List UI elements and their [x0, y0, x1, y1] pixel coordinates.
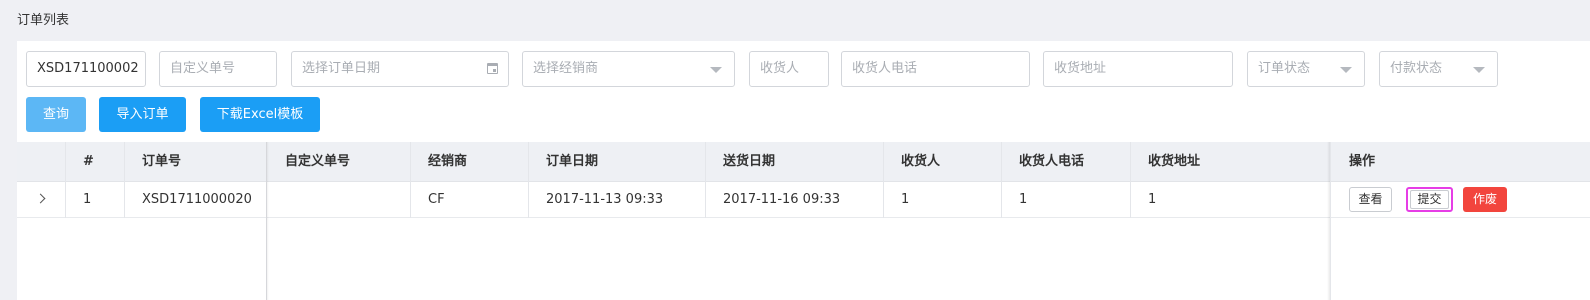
receiver-phone-input[interactable]: 收货人电话	[841, 51, 1030, 87]
query-button[interactable]: 查询	[26, 97, 86, 132]
order-date-placeholder: 选择订单日期	[302, 61, 381, 76]
submit-button[interactable]: 提交	[1406, 187, 1453, 212]
header-receiver: 收货人	[901, 154, 941, 169]
chevron-down-icon	[1473, 67, 1485, 73]
view-button[interactable]: 查看	[1349, 187, 1392, 212]
column-divider	[705, 142, 706, 218]
pay-status-placeholder: 付款状态	[1390, 61, 1443, 76]
cell-order-no: XSD1711000020	[142, 192, 252, 207]
order-status-select[interactable]: 订单状态	[1247, 51, 1365, 87]
calendar-icon	[487, 63, 498, 74]
column-divider	[410, 142, 411, 218]
pay-status-select[interactable]: 付款状态	[1379, 51, 1498, 87]
void-button[interactable]: 作废	[1463, 187, 1507, 212]
cell-dealer: CF	[428, 192, 445, 207]
header-order-no: 订单号	[142, 154, 182, 169]
header-custom-no: 自定义单号	[285, 154, 351, 169]
column-divider	[1001, 142, 1002, 218]
column-divider	[883, 142, 884, 218]
order-status-placeholder: 订单状态	[1258, 61, 1311, 76]
cell-receiver-address: 1	[1148, 192, 1157, 207]
header-receiver-address: 收货地址	[1148, 154, 1201, 169]
cell-receiver: 1	[901, 192, 910, 207]
receiver-address-input[interactable]: 收货地址	[1043, 51, 1233, 87]
column-divider	[124, 142, 125, 218]
page-title: 订单列表	[17, 13, 70, 28]
cell-receiver-phone: 1	[1019, 192, 1028, 207]
submit-button-label: 提交	[1410, 190, 1449, 209]
chevron-right-icon[interactable]	[35, 193, 46, 204]
cell-order-date: 2017-11-13 09:33	[546, 192, 664, 207]
column-divider	[1130, 142, 1131, 218]
fixed-column-shadow	[266, 142, 269, 300]
order-list-panel: XSD171100002 自定义单号 选择订单日期 选择经销商 收货人 收货人电…	[17, 41, 1590, 300]
column-divider	[65, 142, 66, 218]
header-actions: 操作	[1349, 154, 1376, 169]
header-order-date: 订单日期	[546, 154, 599, 169]
header-index: #	[83, 154, 94, 169]
table-header: # 订单号 自定义单号 经销商 订单日期 送货日期 收货人 收货人电话 收货地址…	[17, 142, 1590, 182]
import-orders-button[interactable]: 导入订单	[99, 97, 186, 132]
header-dealer: 经销商	[428, 154, 468, 169]
header-delivery-date: 送货日期	[723, 154, 776, 169]
dealer-select-placeholder: 选择经销商	[533, 61, 599, 76]
column-divider	[1330, 142, 1331, 300]
download-template-button[interactable]: 下载Excel模板	[200, 97, 320, 132]
custom-no-input[interactable]: 自定义单号	[159, 51, 277, 87]
order-no-input[interactable]: XSD171100002	[26, 51, 146, 87]
chevron-down-icon	[710, 67, 722, 73]
cell-index: 1	[83, 192, 92, 207]
table-row: 1 XSD1711000020 CF 2017-11-13 09:33 2017…	[17, 182, 1590, 218]
chevron-down-icon	[1340, 67, 1352, 73]
dealer-select[interactable]: 选择经销商	[522, 51, 735, 87]
order-date-picker[interactable]: 选择订单日期	[291, 51, 509, 87]
fixed-column-shadow	[1327, 142, 1330, 300]
header-receiver-phone: 收货人电话	[1019, 154, 1085, 169]
orders-table: # 订单号 自定义单号 经销商 订单日期 送货日期 收货人 收货人电话 收货地址…	[17, 142, 1590, 300]
cell-delivery-date: 2017-11-16 09:33	[723, 192, 841, 207]
column-divider	[528, 142, 529, 218]
receiver-input[interactable]: 收货人	[749, 51, 829, 87]
